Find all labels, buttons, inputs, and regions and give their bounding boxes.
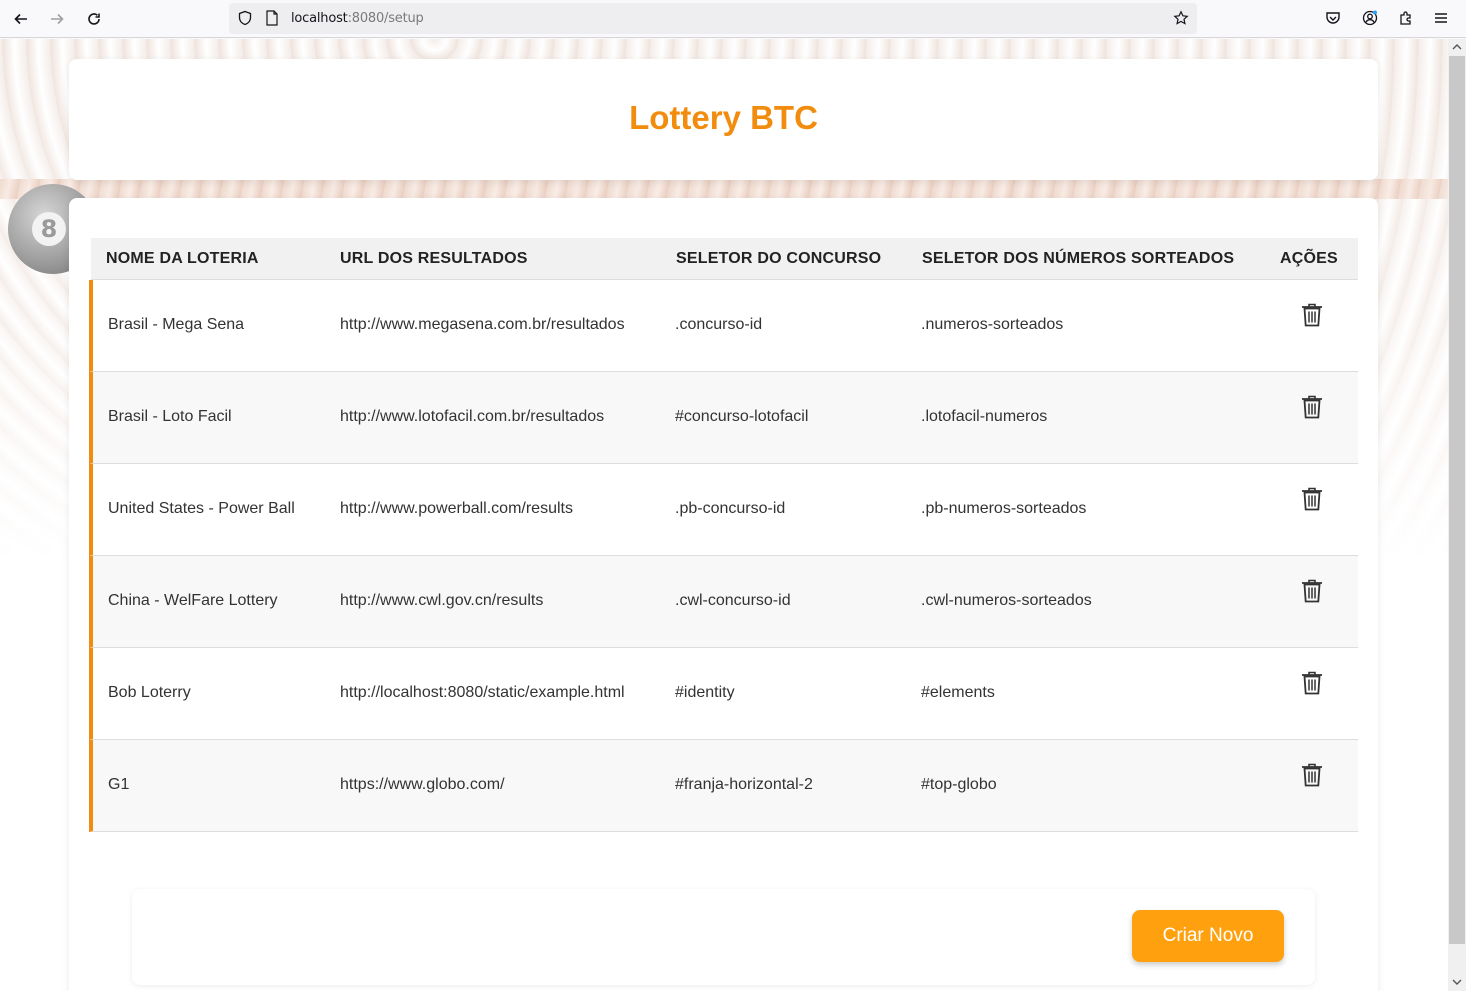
page-viewport: 8 Lottery BTC NOME DA LOTERIA URL DOS RE… (0, 39, 1448, 991)
cell-lottery-name: Brasil - Loto Facil (108, 408, 232, 425)
scroll-up-icon[interactable] (1452, 42, 1462, 52)
scroll-down-icon[interactable] (1452, 977, 1462, 987)
scrollbar[interactable] (1448, 39, 1466, 991)
lotteries-table-card: NOME DA LOTERIA URL DOS RESULTADOS SELET… (69, 198, 1378, 991)
delete-button[interactable] (1300, 578, 1324, 604)
cell-results-url: http://www.powerball.com/results (340, 500, 573, 517)
table-row: Bob Loterry http://localhost:8080/static/… (89, 648, 1358, 740)
scrollbar-thumb[interactable] (1449, 56, 1465, 944)
table-row: China - WelFare Lottery http://www.cwl.go… (89, 556, 1358, 648)
delete-button[interactable] (1300, 302, 1324, 328)
address-bar[interactable]: localhost:8080/setup (229, 3, 1197, 34)
url-text: localhost:8080/setup (291, 11, 424, 26)
star-icon[interactable] (1173, 10, 1189, 26)
cell-contest-selector: .pb-concurso-id (675, 500, 786, 517)
cell-numbers-selector: #elements (921, 684, 995, 701)
page-icon (266, 10, 278, 26)
trash-icon (1302, 395, 1322, 419)
trash-icon (1302, 487, 1322, 511)
table-row: G1 https://www.globo.com/ #franja-horizont… (89, 740, 1358, 832)
table-row: United States - Power Ball http://www.pow… (89, 464, 1358, 556)
cell-results-url: http://www.cwl.gov.cn/results (340, 592, 544, 609)
table-header: NOME DA LOTERIA URL DOS RESULTADOS SELET… (91, 238, 1358, 280)
forward-button[interactable] (44, 6, 70, 32)
hamburger-menu-icon (1435, 13, 1447, 23)
cell-contest-selector: .concurso-id (675, 316, 763, 333)
cell-lottery-name: Brasil - Mega Sena (108, 316, 245, 333)
extensions-button[interactable] (1396, 8, 1416, 28)
header-contest-selector: SELETOR DO CONCURSO (676, 250, 882, 267)
arrow-right-icon (51, 13, 64, 25)
shield-icon[interactable] (237, 10, 253, 26)
header-actions: AÇÕES (1280, 250, 1338, 267)
page-title: Lottery BTC (629, 99, 818, 136)
header-numbers-selector: SELETOR DOS NÚMEROS SORTEADOS (922, 250, 1235, 267)
browser-toolbar: localhost:8080/setup (0, 0, 1466, 38)
cell-contest-selector: .cwl-concurso-id (675, 592, 791, 609)
pocket-button[interactable] (1323, 8, 1343, 28)
table-row: Brasil - Loto Facil http://www.lotofacil.… (89, 372, 1358, 464)
header-lottery-name: NOME DA LOTERIA (106, 250, 259, 267)
cell-lottery-name: G1 (108, 776, 130, 793)
arrow-left-icon (14, 13, 27, 25)
cell-lottery-name: China - WelFare Lottery (108, 592, 278, 609)
cell-lottery-name: United States - Power Ball (108, 500, 295, 517)
cell-contest-selector: #identity (675, 684, 735, 701)
table-row: Brasil - Mega Sena http://www.megasena.co… (89, 280, 1358, 372)
cell-numbers-selector: #top-globo (921, 776, 997, 793)
reload-button[interactable] (81, 6, 107, 32)
menu-button[interactable] (1431, 8, 1451, 28)
delete-button[interactable] (1300, 762, 1324, 788)
footer-card: Criar Novo (132, 889, 1315, 985)
cell-results-url: http://localhost:8080/static/example.htm… (340, 684, 625, 701)
cell-results-url: http://www.megasena.com.br/resultados (340, 316, 625, 333)
trash-icon (1302, 303, 1322, 327)
header-card: Lottery BTC (69, 59, 1378, 180)
ball-number: 8 (32, 212, 66, 246)
header-results-url: URL DOS RESULTADOS (340, 250, 528, 267)
puzzle-icon (1400, 11, 1411, 25)
create-new-button[interactable]: Criar Novo (1132, 910, 1284, 962)
cell-numbers-selector: .cwl-numeros-sorteados (921, 592, 1092, 609)
account-button[interactable] (1360, 8, 1380, 28)
cell-numbers-selector: .lotofacil-numeros (921, 408, 1048, 425)
account-icon (1362, 10, 1378, 26)
trash-icon (1302, 671, 1322, 695)
trash-icon (1302, 763, 1322, 787)
cell-results-url: https://www.globo.com/ (340, 776, 505, 793)
pocket-icon (1326, 12, 1340, 24)
delete-button[interactable] (1300, 670, 1324, 696)
cell-results-url: http://www.lotofacil.com.br/resultados (340, 408, 605, 425)
back-button[interactable] (8, 6, 34, 32)
cell-numbers-selector: .numeros-sorteados (921, 316, 1064, 333)
delete-button[interactable] (1300, 486, 1324, 512)
cell-numbers-selector: .pb-numeros-sorteados (921, 500, 1087, 517)
cell-lottery-name: Bob Loterry (108, 684, 191, 701)
trash-icon (1302, 579, 1322, 603)
reload-icon (88, 13, 100, 25)
delete-button[interactable] (1300, 394, 1324, 420)
cell-contest-selector: #concurso-lotofacil (675, 408, 809, 425)
cell-contest-selector: #franja-horizontal-2 (675, 776, 813, 793)
